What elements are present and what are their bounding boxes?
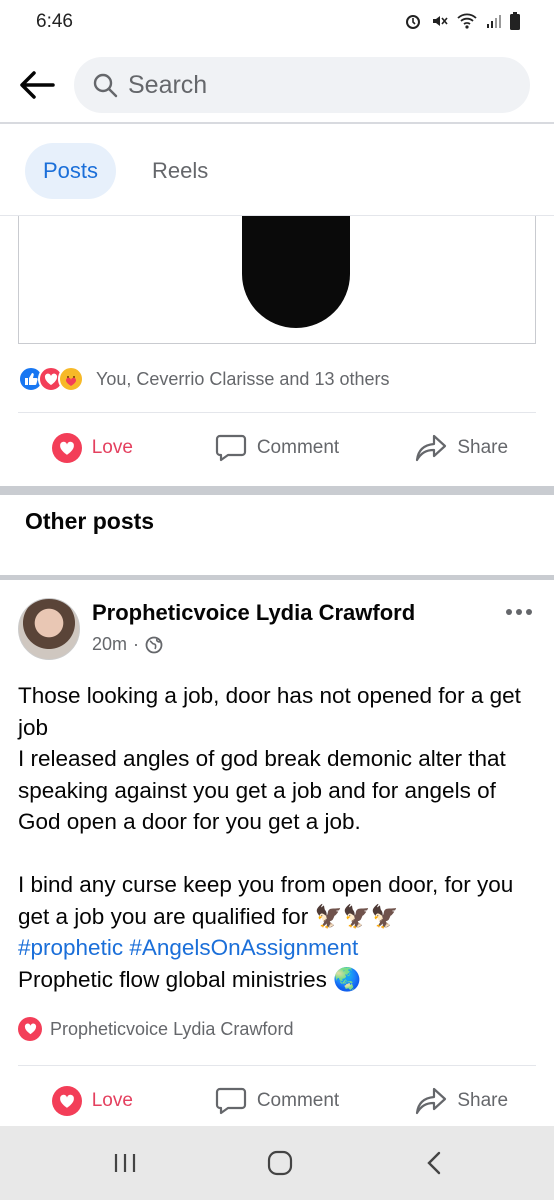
comment-button[interactable]: Comment [185,1070,370,1132]
section-separator [0,575,554,580]
home-button[interactable] [260,1144,300,1182]
battery-icon [510,12,520,30]
profile-tabs: Posts Reels [0,126,554,216]
love-button[interactable]: Love [0,417,185,479]
post-text-line: I released angles of god break demonic a… [18,746,506,834]
back-button[interactable] [16,64,58,106]
reaction-icons [18,366,84,392]
post-spacer [18,838,536,870]
arrow-left-icon [20,71,55,99]
love-label: Love [91,437,133,458]
comment-icon [215,1087,246,1115]
love-icon [51,433,82,463]
search-icon [93,73,118,98]
post-text-line: I bind any curse keep you from open door… [18,872,514,929]
share-button[interactable]: Share [369,417,554,479]
more-icon-dot [516,609,522,615]
alarm-icon [406,15,420,29]
section-separator [0,486,554,495]
comment-label: Comment [256,1090,340,1111]
loved-by-row[interactable]: Propheticvoice Lydia Crawford [18,1017,293,1041]
post-closing: Prophetic flow global ministries 🌏 [18,966,362,992]
love-icon [51,1086,82,1116]
status-bar: 6:46 [0,0,554,46]
recent-apps-icon [114,1154,136,1172]
post-time[interactable]: 20m [92,634,127,655]
tab-reels[interactable]: Reels [134,143,226,199]
share-button[interactable]: Share [369,1070,554,1132]
search-placeholder: Search [128,70,208,99]
share-icon [416,434,447,462]
tab-posts[interactable]: Posts [25,143,117,199]
more-icon [506,609,512,615]
post-actions: Love Comment Share [0,1070,554,1132]
top-bar: Search [0,46,554,124]
post-text-line: Those looking a job, door has not opened… [18,683,521,740]
post-header: Propheticvoice Lydia Crawford 20m · [18,598,536,662]
share-label: Share [457,1090,509,1111]
post-meta: 20m · [92,634,163,655]
comment-icon [215,434,246,462]
love-label: Love [91,1090,133,1111]
signal-icon [487,15,501,28]
care-reaction-icon [58,366,84,392]
post-actions: Love Comment Share [0,417,554,479]
share-label: Share [457,437,509,458]
post-hashtags[interactable]: #prophetic #AngelsOnAssignment [18,932,536,964]
meta-separator: · [133,634,140,654]
reactions-text: You, Ceverrio Clarisse and 13 others [96,368,390,389]
mute-icon [433,16,448,26]
other-posts-heading: Other posts [25,508,155,534]
system-nav-bar [0,1126,554,1200]
author-name[interactable]: Propheticvoice Lydia Crawford [92,600,415,626]
post-body: Those looking a job, door has not opened… [18,680,536,995]
chevron-left-icon [427,1151,441,1175]
media-image [242,216,350,328]
recent-apps-button[interactable] [105,1144,145,1182]
status-time: 6:46 [36,11,73,32]
loved-by-text: Propheticvoice Lydia Crawford [50,1018,294,1039]
wifi-icon [457,13,477,29]
search-input[interactable]: Search [74,57,530,113]
author-avatar[interactable] [18,598,80,660]
divider [18,1065,536,1066]
love-button[interactable]: Love [0,1070,185,1132]
love-reaction-icon [18,1017,42,1041]
reactions-summary[interactable]: You, Ceverrio Clarisse and 13 others [18,360,536,398]
globe-icon [145,636,163,653]
more-icon-dot [526,609,532,615]
back-nav-button[interactable] [414,1144,454,1182]
divider [18,412,536,413]
post-media[interactable] [0,216,554,346]
comment-label: Comment [256,437,340,458]
home-icon [267,1150,293,1176]
comment-button[interactable]: Comment [185,417,370,479]
more-options-button[interactable] [502,598,536,626]
share-icon [416,1087,447,1115]
status-icons [404,12,520,30]
